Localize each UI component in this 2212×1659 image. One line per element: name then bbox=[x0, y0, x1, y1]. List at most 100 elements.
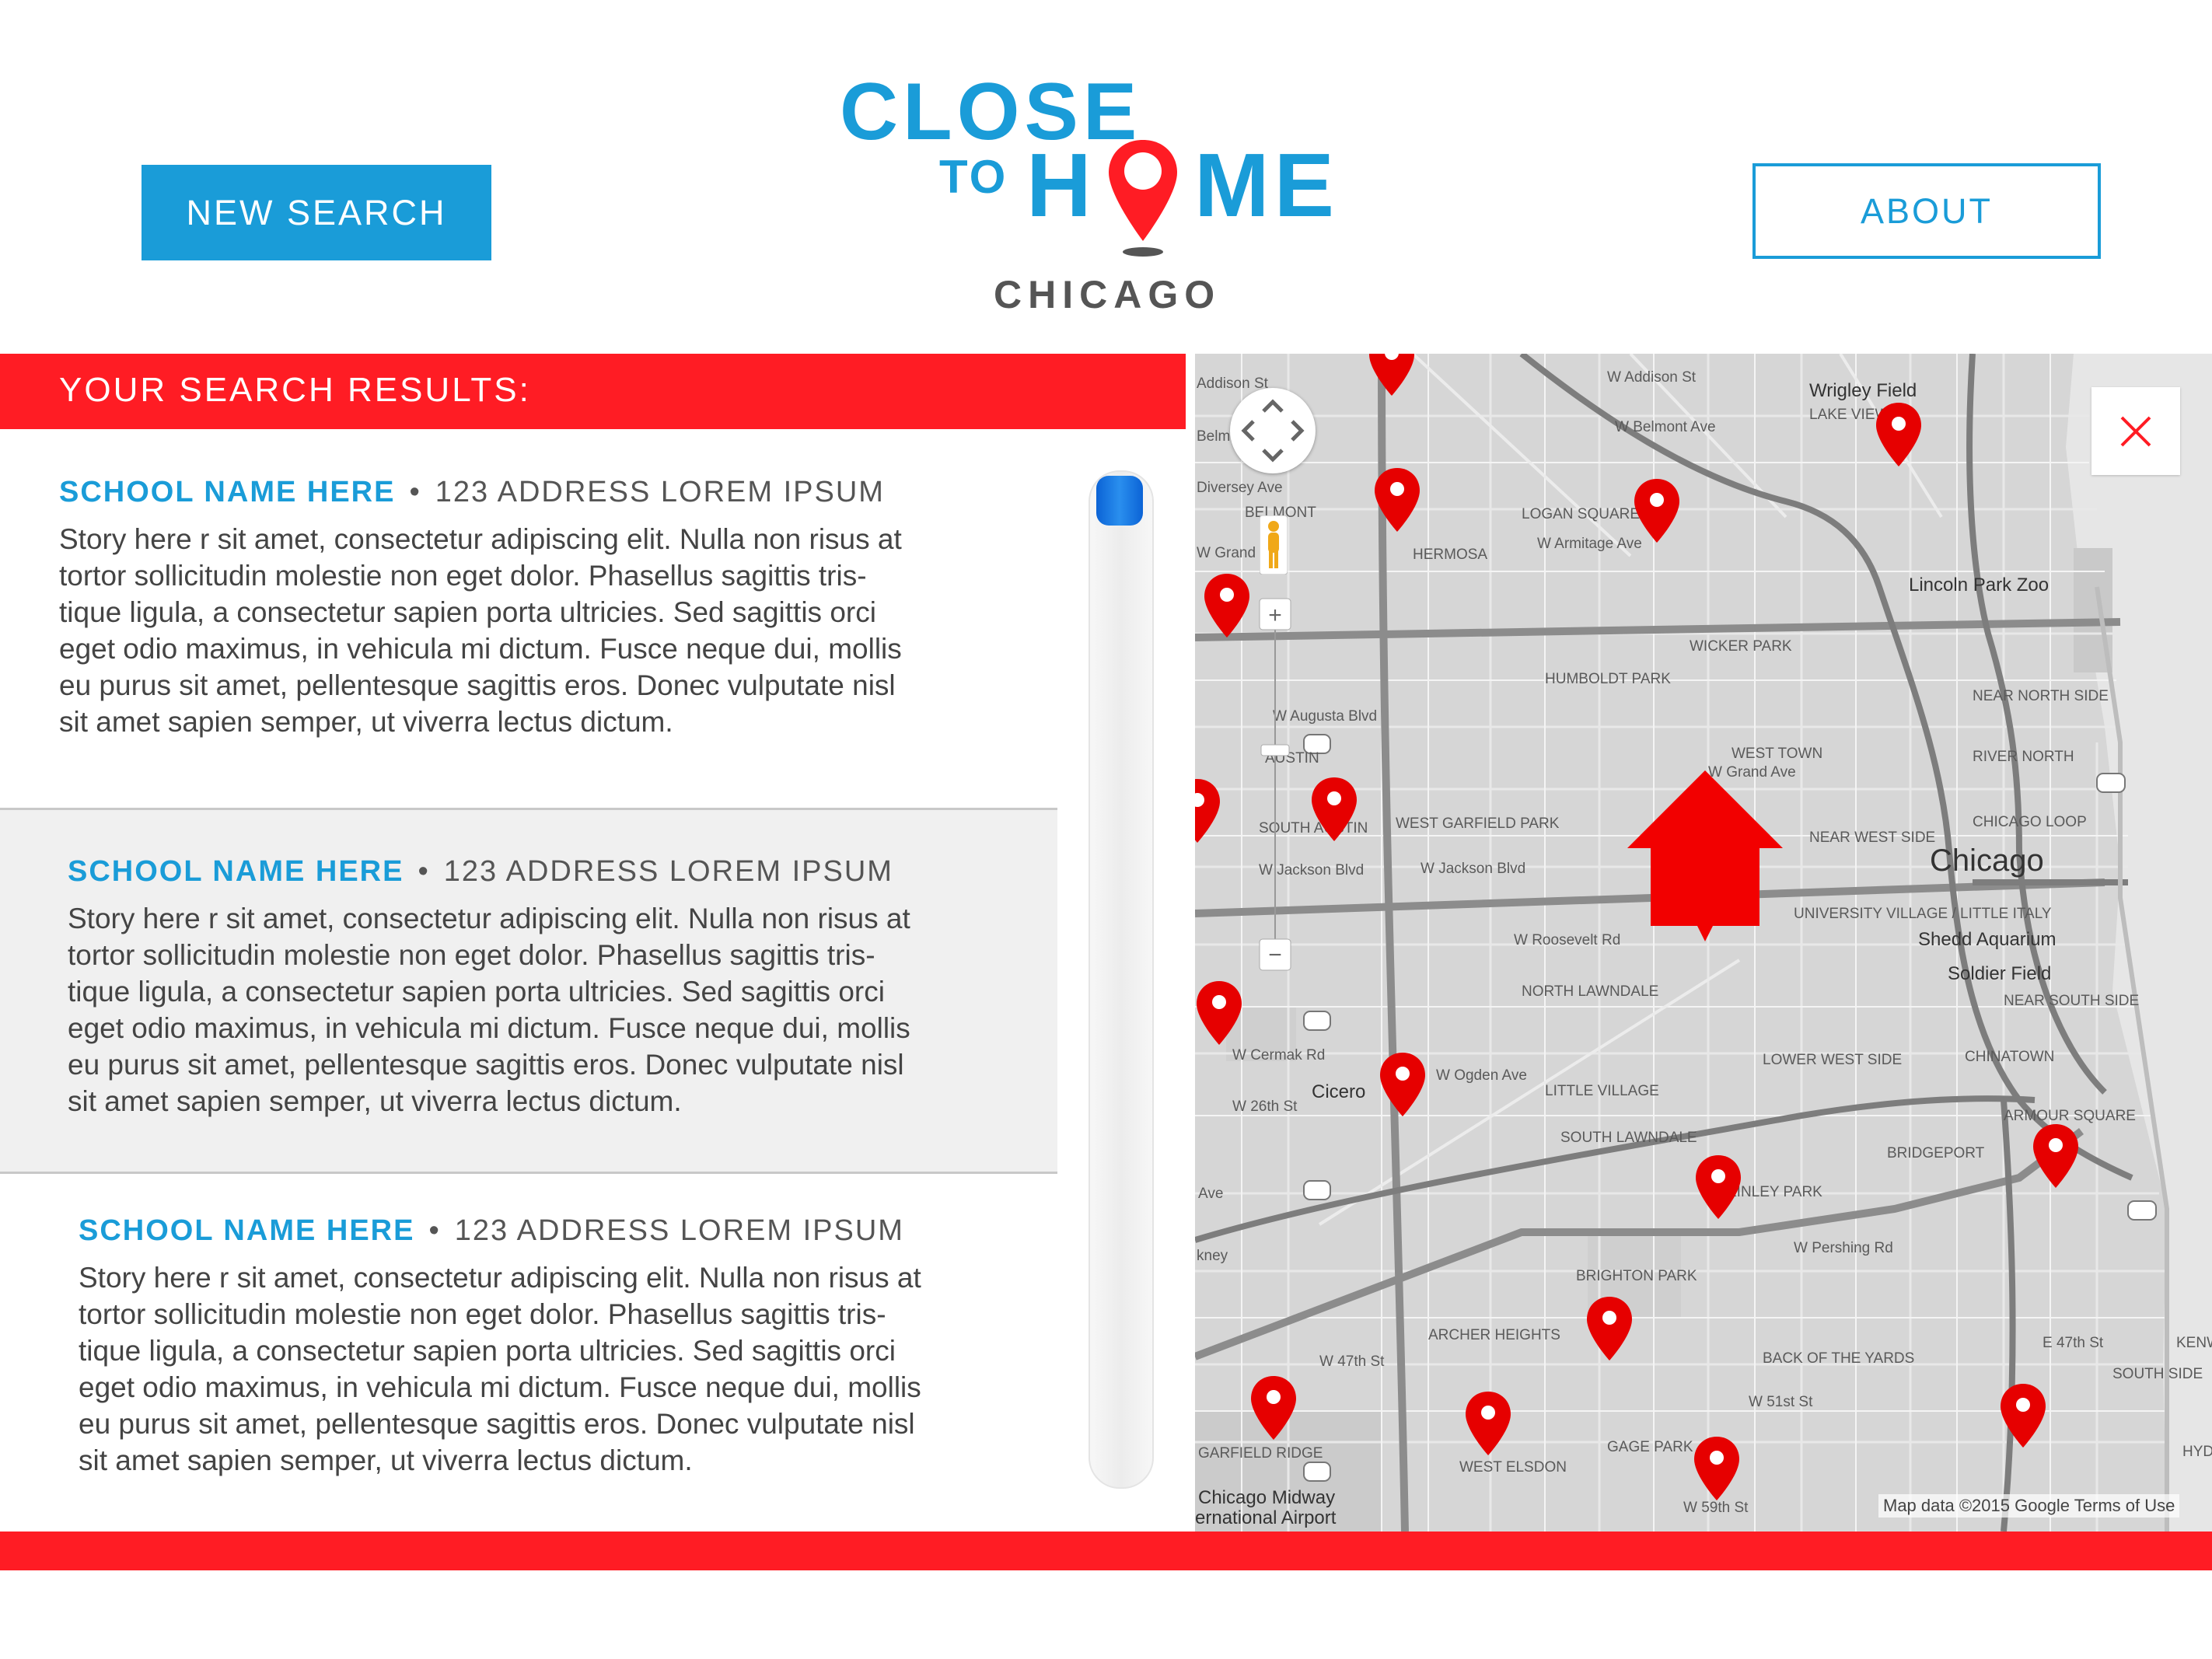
about-button[interactable]: ABOUT bbox=[1752, 163, 2101, 259]
school-pin-icon[interactable] bbox=[1368, 354, 1416, 397]
map-view[interactable]: W Addison St W Belmont Ave W Armitage Av… bbox=[1195, 354, 2212, 1532]
school-pin-icon[interactable] bbox=[1195, 774, 1221, 848]
map-label: ARCHER HEIGHTS bbox=[1428, 1327, 1560, 1343]
description-line: tique ligula, a consectetur sapien porta… bbox=[59, 596, 876, 628]
description-line: sit amet sapien semper, ut viverra lectu… bbox=[68, 1085, 682, 1117]
result-item[interactable]: SCHOOL NAME HERE • 123 ADDRESS LOREM IPSUM… bbox=[0, 1174, 1057, 1532]
description-line: Story here r sit amet, consectetur adipi… bbox=[79, 1262, 921, 1294]
school-pin-icon[interactable] bbox=[1633, 473, 1681, 548]
description-line: eget odio maximus, in vehicula mi dictum… bbox=[59, 633, 902, 665]
map-label: CHINATOWN bbox=[1965, 1049, 2055, 1065]
description-line: tique ligula, a consectetur sapien porta… bbox=[79, 1335, 896, 1367]
map-label: BRIGHTON PARK bbox=[1576, 1268, 1697, 1284]
map-label: KENWO bbox=[2176, 1335, 2212, 1351]
description-line: eget odio maximus, in vehicula mi dictum… bbox=[79, 1371, 921, 1403]
map-label: NORTH LAWNDALE bbox=[1522, 983, 1659, 1000]
map-label: HUMBOLDT PARK bbox=[1545, 671, 1671, 687]
new-search-button[interactable]: NEW SEARCH bbox=[142, 165, 491, 260]
logo-letter-h: H bbox=[1026, 134, 1092, 236]
map-zoom-slider[interactable]: + − bbox=[1258, 597, 1292, 972]
map-label: Diversey Ave bbox=[1197, 480, 1283, 496]
school-address: 123 ADDRESS LOREM IPSUM bbox=[435, 476, 885, 508]
description-line: sit amet sapien semper, ut viverra lectu… bbox=[59, 706, 673, 738]
separator-dot: • bbox=[418, 855, 430, 888]
map-label: W Armitage Ave bbox=[1537, 536, 1642, 552]
map-label: WEST ELSDON bbox=[1459, 1459, 1567, 1476]
home-location-marker-icon[interactable] bbox=[1627, 770, 1783, 941]
result-item[interactable]: SCHOOL NAME HERE • 123 ADDRESS LOREM IPSUM… bbox=[0, 429, 1057, 810]
school-pin-icon[interactable] bbox=[1373, 463, 1421, 537]
map-label: W 47th St bbox=[1319, 1353, 1385, 1370]
school-pin-icon[interactable] bbox=[1203, 568, 1251, 643]
street-view-pegman-icon[interactable] bbox=[1260, 515, 1288, 575]
school-pin-icon[interactable] bbox=[1585, 1291, 1634, 1366]
result-heading: SCHOOL NAME HERE • 123 ADDRESS LOREM IPSUM bbox=[59, 476, 885, 509]
map-label: E 47th St bbox=[2043, 1335, 2104, 1351]
map-label: Shedd Aquarium bbox=[1918, 929, 2056, 950]
map-label: NEAR WEST SIDE bbox=[1809, 830, 1936, 846]
map-label: ernational Airport bbox=[1195, 1507, 1337, 1528]
map-label: W Belmont Ave bbox=[1615, 419, 1716, 435]
school-name-link[interactable]: SCHOOL NAME HERE bbox=[79, 1214, 414, 1247]
school-pin-icon[interactable] bbox=[1693, 1431, 1741, 1506]
map-label: CHICAGO LOOP bbox=[1973, 814, 2087, 830]
separator-dot: • bbox=[409, 476, 421, 508]
map-label: GARFIELD RIDGE bbox=[1198, 1445, 1323, 1462]
school-pin-icon[interactable] bbox=[1195, 976, 1243, 1050]
school-pin-icon[interactable] bbox=[1249, 1371, 1298, 1445]
map-label: W 26th St bbox=[1232, 1098, 1298, 1115]
result-description: Story here r sit amet, consectetur adipi… bbox=[79, 1259, 1058, 1479]
description-line: tique ligula, a consectetur sapien porta… bbox=[68, 976, 885, 1008]
map-label: Ave bbox=[1198, 1186, 1224, 1202]
map-city-label: Chicago bbox=[1930, 843, 2044, 878]
description-line: eu purus sit amet, pellentesque sagittis… bbox=[68, 1049, 904, 1081]
map-label: W Cermak Rd bbox=[1232, 1047, 1326, 1064]
school-pin-icon[interactable] bbox=[1694, 1150, 1742, 1224]
description-line: eu purus sit amet, pellentesque sagittis… bbox=[79, 1408, 915, 1440]
map-label: BACK OF THE YARDS bbox=[1763, 1350, 1915, 1367]
map-label: W 51st St bbox=[1749, 1394, 1813, 1410]
description-line: Story here r sit amet, consectetur adipi… bbox=[68, 903, 910, 934]
svg-text:+: + bbox=[1268, 602, 1282, 628]
map-label: W Jackson Blvd bbox=[1421, 861, 1526, 877]
map-label: Belm bbox=[1197, 428, 1231, 445]
description-line: Story here r sit amet, consectetur adipi… bbox=[59, 523, 902, 555]
map-label: LITTLE VILLAGE bbox=[1545, 1083, 1659, 1099]
results-scrollbar[interactable] bbox=[1089, 470, 1154, 1489]
map-label: WICKER PARK bbox=[1690, 638, 1792, 655]
separator-dot: • bbox=[428, 1214, 441, 1247]
close-map-button[interactable] bbox=[2091, 387, 2180, 475]
school-pin-icon[interactable] bbox=[1999, 1378, 2047, 1453]
result-heading: SCHOOL NAME HERE • 123 ADDRESS LOREM IPSUM bbox=[79, 1214, 904, 1248]
map-label: WEST GARFIELD PARK bbox=[1396, 816, 1560, 832]
logo-letters-me: ME bbox=[1194, 134, 1339, 236]
map-label: WEST TOWN bbox=[1732, 746, 1823, 762]
description-line: tortor sollicitudin molestie non eget do… bbox=[79, 1298, 886, 1330]
map-label: NEAR NORTH SIDE bbox=[1973, 688, 2109, 704]
map-label: W Grand bbox=[1197, 545, 1256, 561]
results-title: YOUR SEARCH RESULTS: bbox=[59, 371, 531, 409]
result-description: Story here r sit amet, consectetur adipi… bbox=[68, 900, 1047, 1119]
svg-text:−: − bbox=[1268, 942, 1282, 968]
map-label: GAGE PARK bbox=[1607, 1439, 1693, 1455]
result-description: Story here r sit amet, consectetur adipi… bbox=[59, 521, 1039, 740]
description-line: tortor sollicitudin molestie non eget do… bbox=[59, 560, 867, 592]
map-label: LOWER WEST SIDE bbox=[1763, 1052, 1903, 1068]
map-label: SOUTH LAWNDALE bbox=[1560, 1130, 1697, 1146]
result-item[interactable]: SCHOOL NAME HERE • 123 ADDRESS LOREM IPSUM… bbox=[0, 810, 1057, 1174]
school-name-link[interactable]: SCHOOL NAME HERE bbox=[68, 855, 404, 888]
school-name-link[interactable]: SCHOOL NAME HERE bbox=[59, 476, 395, 508]
pan-arrows-icon bbox=[1241, 399, 1305, 463]
school-address: 123 ADDRESS LOREM IPSUM bbox=[443, 855, 893, 888]
school-pin-icon[interactable] bbox=[1875, 397, 1923, 472]
school-pin-icon[interactable] bbox=[1379, 1047, 1427, 1122]
description-line: sit amet sapien semper, ut viverra lectu… bbox=[79, 1444, 693, 1476]
scrollbar-thumb[interactable] bbox=[1096, 476, 1143, 526]
map-pan-control[interactable] bbox=[1230, 388, 1316, 473]
map-attribution[interactable]: Map data ©2015 Google Terms of Use bbox=[1878, 1494, 2180, 1518]
school-pin-icon[interactable] bbox=[2032, 1119, 2080, 1193]
map-label: NEAR SOUTH SIDE bbox=[2004, 993, 2140, 1009]
school-pin-icon[interactable] bbox=[1464, 1386, 1512, 1461]
school-pin-icon[interactable] bbox=[1310, 772, 1358, 847]
map-label: Lincoln Park Zoo bbox=[1909, 575, 2050, 595]
